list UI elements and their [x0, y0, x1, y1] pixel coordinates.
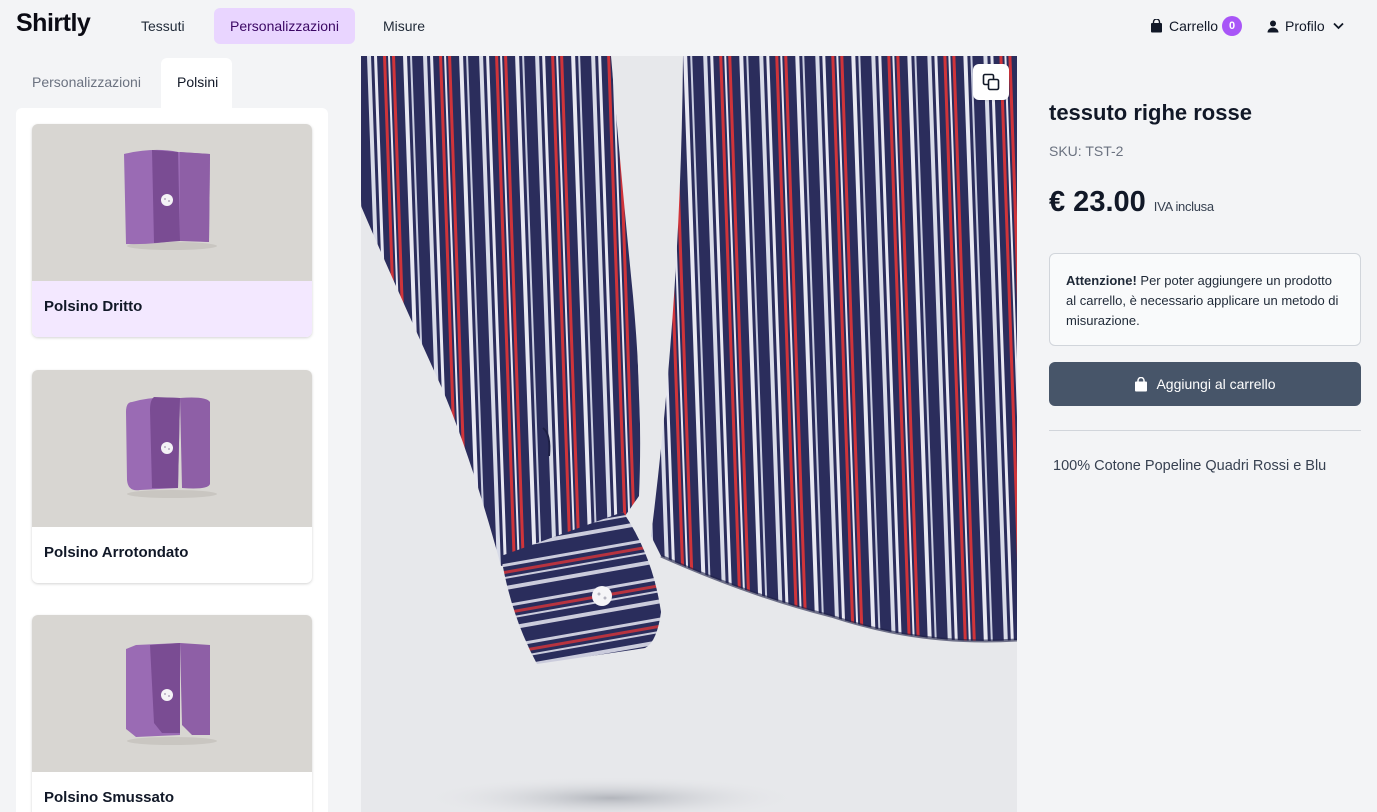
profile-menu[interactable]: Profilo	[1267, 15, 1344, 37]
cuff-option-polsino-arrotondato[interactable]: Polsino Arrotondato	[32, 370, 312, 583]
copy-view-button[interactable]	[973, 64, 1009, 100]
product-sku: SKU: TST-2	[1049, 143, 1124, 159]
cuff-options-panel: Polsino Dritto Polsino Arrotondato Polsi…	[16, 108, 328, 812]
shopping-bag-icon	[1135, 376, 1148, 391]
top-navigation: Shirtly Tessuti Personalizzazioni Misure…	[0, 0, 1377, 52]
cuff-thumbnail	[32, 615, 312, 772]
divider	[1049, 430, 1361, 431]
product-description: 100% Cotone Popeline Quadri Rossi e Blu	[1053, 458, 1327, 474]
product-price: € 23.00 IVA inclusa	[1049, 186, 1214, 219]
price-vat-note: IVA inclusa	[1153, 199, 1214, 214]
profile-label: Profilo	[1285, 18, 1325, 34]
tab-personalizzazioni[interactable]: Personalizzazioni	[16, 58, 157, 108]
nav-misure[interactable]: Misure	[367, 8, 441, 44]
straight-cuff-image	[124, 149, 217, 250]
tab-polsini[interactable]: Polsini	[161, 58, 232, 108]
cuff-option-label: Polsino Dritto	[32, 281, 312, 337]
cuff-thumbnail	[32, 370, 312, 527]
cart-label: Carrello	[1169, 18, 1219, 34]
cuff-option-label: Polsino Smussato	[44, 789, 175, 806]
nav-personalizzazioni[interactable]: Personalizzazioni	[214, 8, 355, 44]
shirt-3d-viewer[interactable]	[361, 56, 1017, 812]
notice-strong: Attenzione!	[1066, 273, 1137, 288]
user-icon	[1267, 20, 1279, 32]
shopping-bag-icon	[1151, 19, 1162, 33]
measurement-notice: Attenzione! Per poter aggiungere un prod…	[1049, 253, 1361, 346]
cart-count-badge: 0	[1222, 16, 1243, 36]
rounded-cuff-image	[126, 397, 217, 498]
add-to-cart-button[interactable]: Aggiungi al carrello	[1049, 362, 1361, 406]
price-amount: € 23.00	[1049, 186, 1146, 218]
cuff-thumbnail	[32, 124, 312, 281]
cart-button[interactable]: Carrello 0	[1150, 15, 1243, 37]
copy-icon	[982, 73, 1000, 91]
cuff-option-polsino-smussato[interactable]: Polsino Smussato	[32, 615, 312, 812]
product-title: tessuto righe rosse	[1049, 100, 1252, 125]
cuff-option-polsino-dritto[interactable]: Polsino Dritto	[32, 124, 312, 337]
logo[interactable]: Shirtly	[16, 9, 91, 38]
cuff-option-label: Polsino Arrotondato	[44, 544, 189, 561]
shirt-render-image	[361, 56, 1017, 812]
beveled-cuff-image	[126, 643, 217, 745]
add-to-cart-label: Aggiungi al carrello	[1156, 376, 1276, 392]
nav-tessuti[interactable]: Tessuti	[125, 8, 201, 44]
chevron-down-icon	[1333, 22, 1344, 30]
